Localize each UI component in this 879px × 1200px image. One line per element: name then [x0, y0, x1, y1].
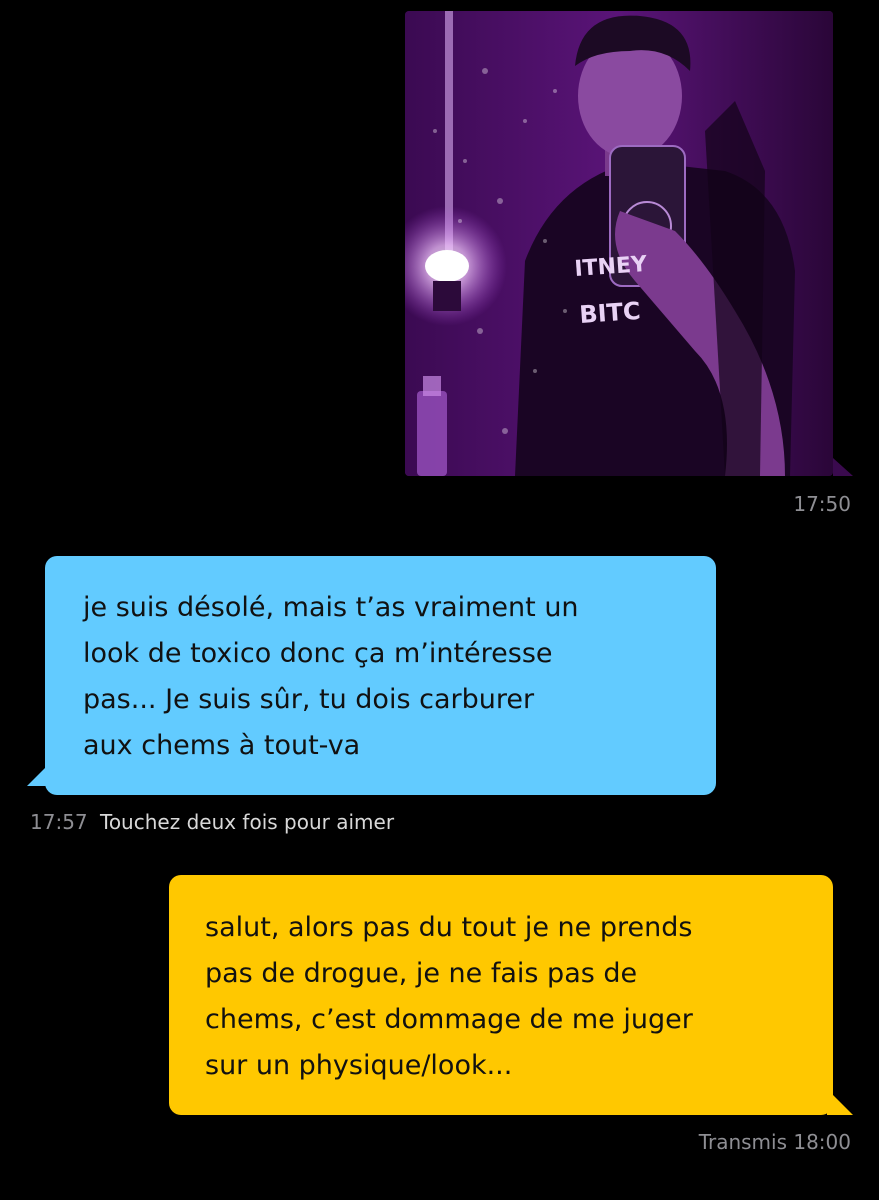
sent-message-line: pas de drogue, je ne fais pas de [205, 958, 638, 989]
sent-message-line: sur un physique/look... [205, 1050, 513, 1081]
shirt-print-line-1: ITNEY [574, 252, 649, 282]
sent-message-line: chems, c’est dommage de me juger [205, 1004, 693, 1035]
received-bubble-tail [27, 760, 53, 786]
selfie-photo: ITNEY BITC [405, 11, 833, 476]
shirt-print-line-2: BITC [578, 297, 641, 329]
photo-bubble-tail [833, 458, 853, 476]
received-message-line: look de toxico donc ça m’intéresse [83, 638, 553, 669]
received-message-meta: 17:57 Touchez deux fois pour aimer [30, 810, 394, 834]
photo-message[interactable]: ITNEY BITC [405, 11, 833, 476]
received-message-line: pas... Je suis sûr, tu dois carburer [83, 684, 535, 715]
received-message-line: aux chems à tout-va [83, 730, 361, 761]
photo-timestamp: 17:50 [793, 492, 851, 516]
received-message-line: je suis désolé, mais t’as vraiment un [83, 592, 579, 623]
received-timestamp: 17:57 [30, 810, 88, 834]
sent-message-line: salut, alors pas du tout je ne prends [205, 912, 693, 943]
sent-status: Transmis 18:00 [698, 1130, 851, 1154]
sent-message-bubble[interactable]: salut, alors pas du tout je ne prends pa… [169, 875, 833, 1115]
double-tap-like-hint: Touchez deux fois pour aimer [100, 810, 395, 834]
sent-bubble-tail [827, 1089, 853, 1115]
received-message-bubble[interactable]: je suis désolé, mais t’as vraiment un lo… [45, 556, 716, 795]
